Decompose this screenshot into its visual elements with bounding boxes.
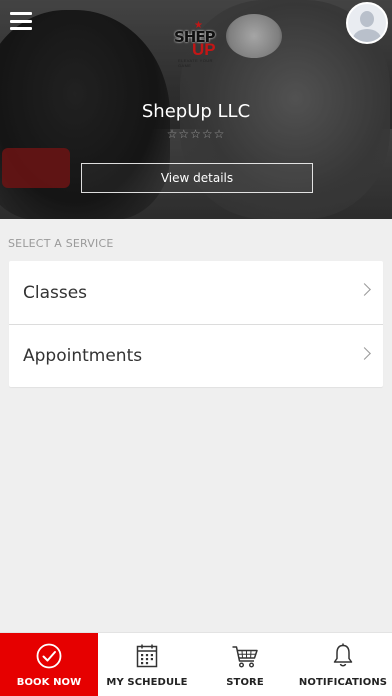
business-logo: ★ SHEP UP ELEVATE YOUR GAME [170,20,226,68]
tab-label: MY SCHEDULE [106,677,188,688]
services-card: Classes Appointments [9,261,383,387]
tab-my-schedule[interactable]: MY SCHEDULE [98,633,196,696]
logo-tagline: ELEVATE YOUR GAME [178,58,213,68]
section-label: SELECT A SERVICE [8,237,114,250]
chevron-right-icon [358,283,371,296]
logo-up-text: UP [192,40,216,59]
profile-avatar[interactable] [346,2,388,44]
hero-banner: ★ SHEP UP ELEVATE YOUR GAME ShepUp LLC ☆… [0,0,392,219]
tab-label: NOTIFICATIONS [298,677,388,688]
hamburger-menu-icon[interactable] [10,12,32,30]
service-label: Appointments [23,346,143,366]
tab-label: STORE [226,677,264,688]
tab-store[interactable]: STORE [196,633,294,696]
avatar-head [360,11,374,27]
bell-icon [333,643,353,667]
view-details-button[interactable]: View details [81,163,313,193]
cart-icon [232,646,258,668]
bottom-tab-bar: BOOK NOW MY SCHEDULE STORE NOTIFICATIONS [0,632,392,696]
avatar-shoulders [353,29,381,42]
chevron-right-icon [358,347,371,360]
service-item-appointments[interactable]: Appointments [9,324,383,387]
tab-notifications[interactable]: NOTIFICATIONS [294,633,392,696]
tab-label: BOOK NOW [16,677,82,688]
check-circle-icon [36,643,62,669]
rating-stars: ☆☆☆☆☆ [166,127,226,141]
tab-book-now[interactable]: BOOK NOW [0,633,98,696]
service-item-classes[interactable]: Classes [9,261,383,324]
service-label: Classes [23,282,88,303]
business-name: ShepUp LLC [141,101,251,122]
calendar-icon [136,644,158,668]
